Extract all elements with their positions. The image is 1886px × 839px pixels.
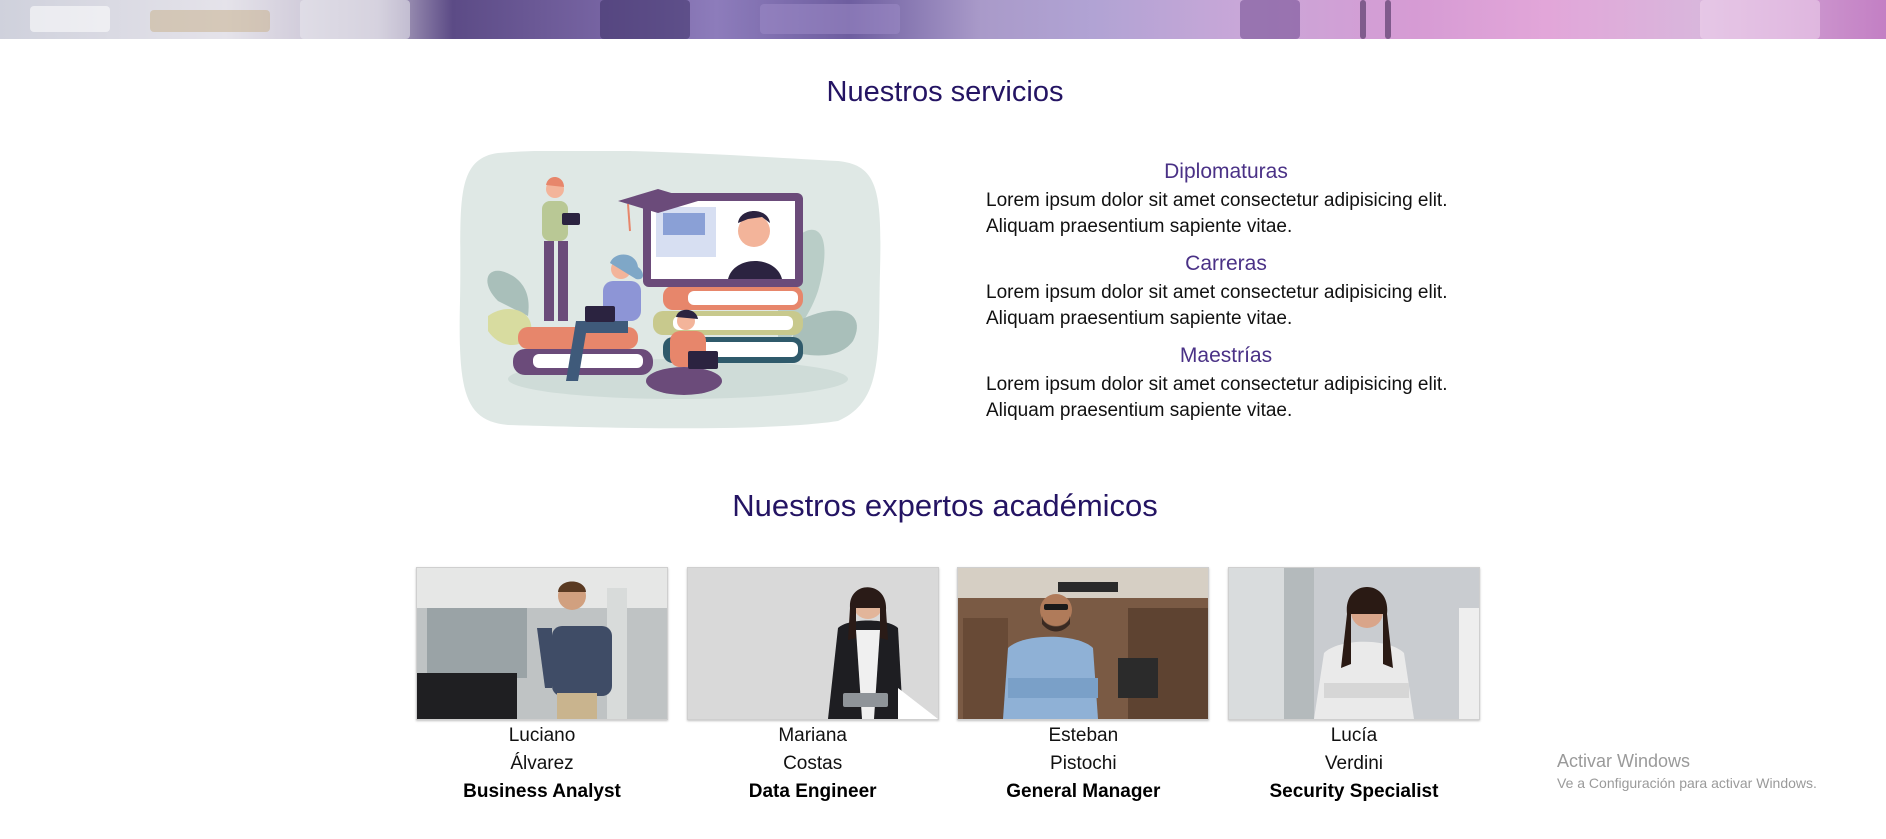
expert-card: Mariana Costas Data Engineer <box>686 567 939 806</box>
expert-photo <box>1227 567 1480 720</box>
service-item-maestrias: Maestrías Lorem ipsum dolor sit amet con… <box>986 340 1466 424</box>
expert-first-name: Mariana <box>778 725 847 746</box>
windows-activation-watermark: Activar Windows Ve a Configuración para … <box>1557 748 1817 792</box>
expert-card: Lucía Verdini Security Specialist <box>1227 567 1480 806</box>
expert-role: General Manager <box>1006 781 1161 802</box>
service-description: Lorem ipsum dolor sit amet consectetur a… <box>986 282 1448 329</box>
service-heading: Diplomaturas <box>1164 160 1288 183</box>
service-heading: Maestrías <box>1179 344 1273 367</box>
expert-first-name: Luciano <box>508 725 576 746</box>
expert-card: Esteban Pistochi General Manager <box>957 567 1210 806</box>
service-heading: Carreras <box>1185 252 1267 275</box>
expert-photo <box>957 567 1210 720</box>
expert-last-name: Álvarez <box>510 753 574 774</box>
expert-photo <box>416 567 668 720</box>
expert-role: Data Engineer <box>748 781 877 802</box>
expert-first-name: Esteban <box>1048 725 1119 746</box>
experts-grid: Luciano Álvarez Business Analyst Mariana… <box>416 567 1480 806</box>
expert-card: Luciano Álvarez Business Analyst <box>416 567 668 806</box>
expert-photo <box>686 567 939 720</box>
expert-last-name: Costas <box>783 753 843 774</box>
service-description: Lorem ipsum dolor sit amet consectetur a… <box>986 374 1448 421</box>
expert-first-name: Lucía <box>1330 725 1378 746</box>
watermark-subtitle: Ve a Configuración para activar Windows. <box>1557 775 1817 791</box>
services-title: Nuestros servicios <box>826 76 1064 108</box>
service-item-carreras: Carreras Lorem ipsum dolor sit amet cons… <box>986 248 1466 332</box>
expert-last-name: Verdini <box>1324 753 1384 774</box>
expert-role: Business Analyst <box>463 781 621 802</box>
experts-title: Nuestros expertos académicos <box>732 488 1158 523</box>
watermark-title: Activar Windows <box>1557 751 1691 771</box>
expert-role: Security Specialist <box>1269 781 1439 802</box>
hero-banner-image <box>0 0 1886 39</box>
expert-last-name: Pistochi <box>1050 753 1117 774</box>
service-item-diplomaturas: Diplomaturas Lorem ipsum dolor sit amet … <box>986 156 1466 240</box>
services-list: Diplomaturas Lorem ipsum dolor sit amet … <box>986 156 1466 432</box>
service-description: Lorem ipsum dolor sit amet consectetur a… <box>986 190 1448 237</box>
online-learning-illustration <box>458 150 882 430</box>
